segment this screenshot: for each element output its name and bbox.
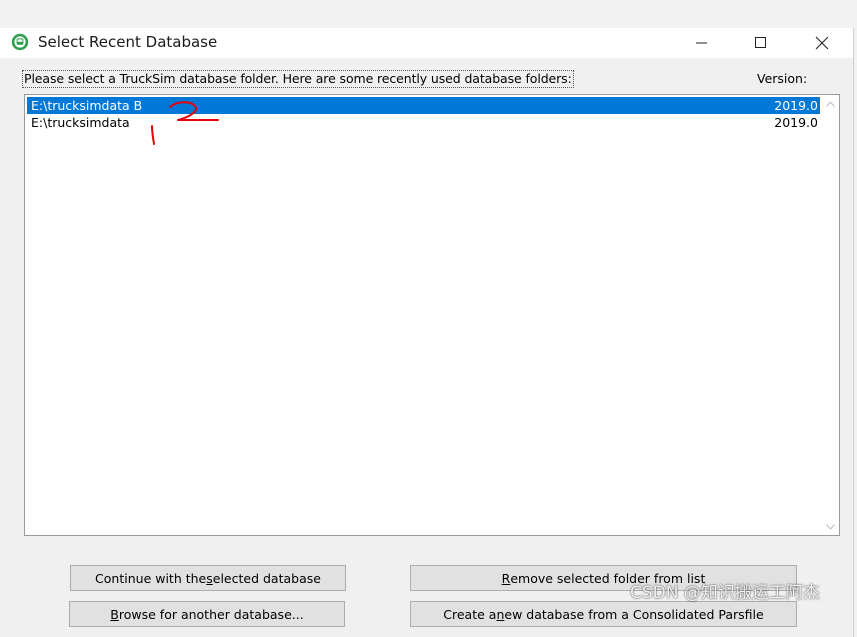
select-recent-database-dialog: Select Recent Database Please select a T… (0, 28, 854, 637)
continue-with-selected-button[interactable]: Continue with the s elected database (70, 565, 346, 591)
trucksim-app-icon (11, 33, 29, 51)
instruction-label: Please select a TruckSim database folder… (22, 70, 574, 88)
scroll-up-button[interactable] (822, 95, 839, 112)
watermark-text: CSDN @知识搬运工阿杰 (630, 583, 820, 603)
list-item-database-1[interactable]: E:\trucksimdata 2019.0 (27, 114, 820, 131)
database-version: 2019.0 (774, 115, 818, 130)
version-column-label: Version: (757, 71, 808, 86)
button-label-post: ew database from a Consolidated Parsfile (504, 606, 764, 622)
screen: Select Recent Database Please select a T… (0, 0, 857, 637)
list-rows: E:\trucksimdata B 2019.0 E:\trucksimdata… (27, 97, 820, 131)
chevron-up-icon (826, 100, 835, 107)
button-label-post: elected database (212, 570, 321, 586)
button-label-pre: Continue with the (95, 570, 207, 586)
button-label-accelerator: n (496, 606, 505, 622)
vertical-scrollbar[interactable] (822, 95, 839, 535)
button-label-accelerator: B (110, 606, 119, 622)
button-label-accelerator: R (501, 570, 511, 586)
minimize-button[interactable] (679, 28, 725, 58)
button-label-post: rowse for another database... (118, 606, 304, 622)
database-path: E:\trucksimdata (31, 115, 130, 130)
create-database-button[interactable]: Create a n ew database from a Consolidate… (410, 601, 797, 627)
maximize-icon (755, 37, 766, 48)
database-version: 2019.0 (774, 98, 818, 113)
button-label-pre: Create a (443, 606, 497, 622)
close-button[interactable] (799, 28, 845, 58)
maximize-button[interactable] (738, 28, 784, 58)
database-folder-list[interactable]: E:\trucksimdata B 2019.0 E:\trucksimdata… (24, 94, 840, 536)
chevron-down-icon (826, 523, 835, 530)
scroll-down-button[interactable] (822, 518, 839, 535)
close-icon (815, 36, 829, 50)
database-path: E:\trucksimdata B (31, 98, 143, 113)
browse-database-button[interactable]: Browse for another database... (69, 601, 345, 627)
minimize-icon (696, 42, 707, 44)
list-item-database-0[interactable]: E:\trucksimdata B 2019.0 (27, 97, 820, 114)
title-bar: Select Recent Database (0, 28, 853, 58)
window-title: Select Recent Database (38, 33, 218, 51)
